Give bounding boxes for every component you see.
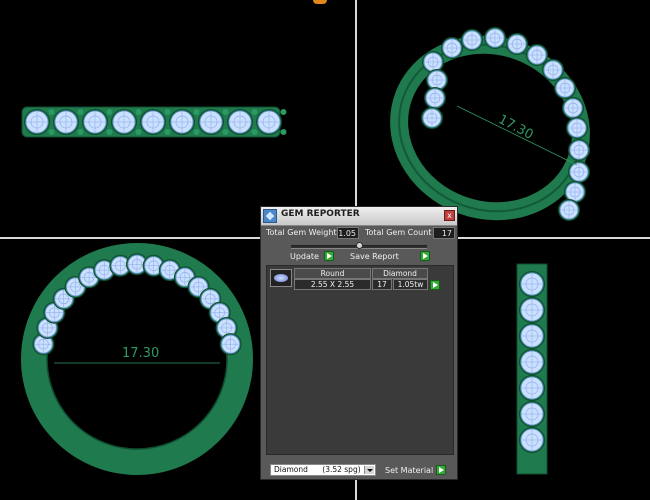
material-select-value: Diamond bbox=[274, 465, 308, 474]
update-label[interactable]: Update bbox=[290, 252, 319, 261]
gem-row-go-button[interactable] bbox=[430, 280, 440, 290]
panel-title: GEM REPORTER bbox=[281, 209, 360, 219]
total-gem-count-value: 17 bbox=[433, 227, 455, 239]
round-gem-icon bbox=[270, 269, 292, 287]
slider-thumb[interactable] bbox=[356, 242, 363, 249]
gem-size-cell: 2.55 X 2.55 bbox=[294, 279, 371, 290]
dropdown-arrow-icon[interactable] bbox=[364, 466, 374, 474]
shape-header: Round bbox=[294, 268, 371, 279]
total-gem-weight-label: Total Gem Weight bbox=[266, 228, 337, 237]
panel-titlebar[interactable]: GEM REPORTER x bbox=[261, 207, 457, 226]
close-button[interactable]: x bbox=[444, 210, 455, 221]
total-gem-weight-value: 1.05 bbox=[337, 227, 359, 239]
save-report-button[interactable] bbox=[420, 251, 430, 261]
viewport-perspective[interactable]: 17.30 bbox=[357, 0, 650, 237]
viewport-front[interactable] bbox=[0, 0, 355, 237]
total-gem-count-label: Total Gem Count bbox=[365, 228, 432, 237]
ring-front-view bbox=[21, 106, 287, 138]
material-header: Diamond bbox=[372, 268, 428, 279]
set-material-button[interactable] bbox=[436, 465, 446, 475]
update-button[interactable] bbox=[324, 251, 334, 261]
save-report-label[interactable]: Save Report bbox=[350, 252, 399, 261]
gem-count-cell: 17 bbox=[372, 279, 392, 290]
material-select[interactable]: Diamond (3.52 spg) bbox=[270, 464, 376, 476]
set-material-label[interactable]: Set Material bbox=[385, 466, 433, 475]
gem-weight-cell: 1.05tw bbox=[393, 279, 428, 290]
material-select-spg: (3.52 spg) bbox=[322, 465, 361, 474]
gem-list[interactable]: Round Diamond 2.55 X 2.55 17 1.05tw bbox=[266, 265, 454, 455]
dimension-label: 17.30 bbox=[122, 346, 160, 361]
gem-reporter-panel: GEM REPORTER x Total Gem Weight 1.05 Tot… bbox=[260, 206, 458, 480]
gem-reporter-app-icon bbox=[263, 209, 277, 223]
